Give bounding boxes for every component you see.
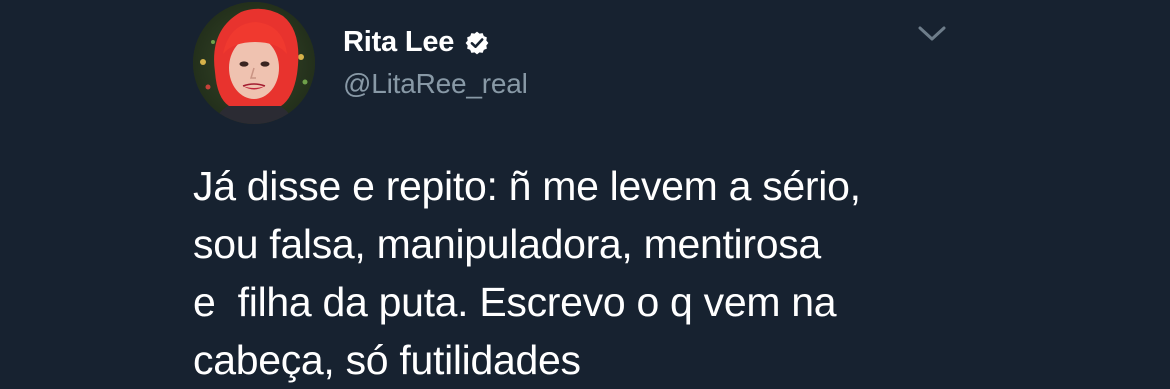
- tweet-text: Já disse e repito: ñ me levem a sério, s…: [193, 157, 1093, 389]
- tweet-text-line: sou falsa, manipuladora, mentirosa: [193, 221, 821, 267]
- chevron-down-icon[interactable]: [915, 20, 949, 48]
- author-display-name[interactable]: Rita Lee: [343, 26, 454, 59]
- author-handle[interactable]: @LitaRee_real: [343, 68, 528, 100]
- tweet-text-line: Já disse e repito: ñ me levem a sério,: [193, 163, 861, 209]
- tweet-text-line: e filha da puta. Escrevo o q vem na: [193, 279, 837, 325]
- author-name-row: Rita Lee: [343, 22, 490, 62]
- avatar-photo-icon: [193, 2, 315, 124]
- avatar[interactable]: [193, 2, 315, 124]
- tweet-card: Rita Lee @LitaRee_real Já disse e repito…: [0, 0, 1170, 389]
- verified-badge-icon: [464, 30, 490, 56]
- tweet-text-line: cabeça, só futilidades: [193, 337, 581, 383]
